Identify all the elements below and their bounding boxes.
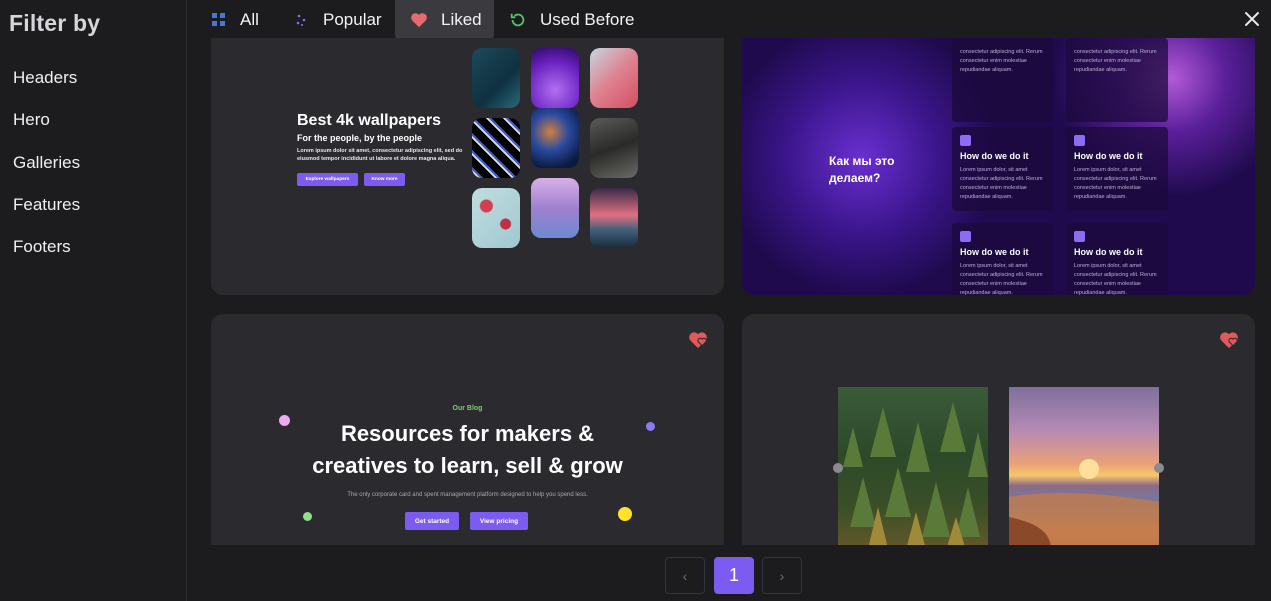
card-subtitle: For the people, by the people	[297, 133, 423, 143]
feature-block: consectetur adipiscing elit. Rerum conse…	[1066, 38, 1168, 122]
filter-tabs: All Popular Liked Used Before	[188, 0, 1271, 39]
feature-block: How do we do it Lorem ipsum dolor, sit a…	[1066, 223, 1168, 295]
view-pricing-button[interactable]: View pricing	[470, 512, 528, 530]
decorative-dot	[279, 415, 290, 426]
feature-body: Lorem ipsum dolor, sit amet consectetur …	[1074, 167, 1157, 200]
wallpaper-thumbnail	[472, 48, 520, 108]
feature-body: consectetur adipiscing elit. Rerum conse…	[1074, 49, 1157, 73]
tab-popular[interactable]: Popular	[291, 0, 391, 39]
feature-block: consectetur adipiscing elit. Rerum conse…	[952, 38, 1054, 122]
feature-icon	[1074, 231, 1085, 242]
template-card-wallpapers[interactable]: Best 4k wallpapers For the people, by th…	[211, 38, 724, 295]
sidebar-item-footers[interactable]: Footers	[13, 237, 71, 257]
feature-block: How do we do it Lorem ipsum dolor, sit a…	[1066, 127, 1168, 211]
grid-icon	[208, 10, 228, 30]
card-title: Best 4k wallpapers	[297, 112, 442, 129]
tab-popular-label: Popular	[323, 9, 382, 29]
feature-icon	[1074, 135, 1085, 146]
filter-sidebar: Filter by Headers Hero Galleries Feature…	[0, 0, 187, 601]
sidebar-item-galleries[interactable]: Galleries	[13, 153, 80, 173]
feature-body: Lorem ipsum dolor, sit amet consectetur …	[960, 263, 1043, 295]
pagination: ‹ 1 ›	[0, 545, 1271, 601]
decorative-dot	[303, 512, 312, 521]
feature-block: How do we do it Lorem ipsum dolor, sit a…	[952, 223, 1054, 295]
get-started-button[interactable]: Get started	[405, 512, 459, 530]
explore-wallpapers-button[interactable]: Explore wallpapers	[297, 173, 358, 186]
history-icon	[508, 10, 528, 30]
sidebar-item-features[interactable]: Features	[13, 195, 80, 215]
templates-grid: Best 4k wallpapers For the people, by th…	[188, 38, 1271, 545]
feature-body: Lorem ipsum dolor, sit amet consectetur …	[960, 167, 1043, 200]
forest-image	[838, 387, 988, 545]
beach-sunset-image	[1009, 387, 1159, 545]
decorative-dot	[646, 422, 655, 431]
feature-title: How do we do it	[1074, 247, 1143, 257]
decorative-dot	[618, 507, 632, 521]
prev-page-button[interactable]: ‹	[665, 557, 705, 594]
template-card-gallery[interactable]	[742, 314, 1255, 545]
feature-icon	[960, 231, 971, 242]
blog-paragraph: The only corporate card and spent manage…	[347, 492, 588, 498]
template-card-blog[interactable]: Our Blog Resources for makers & creative…	[211, 314, 724, 545]
wallpaper-thumbnail	[472, 188, 520, 248]
heart-icon	[409, 10, 429, 30]
sidebar-item-hero[interactable]: Hero	[13, 110, 50, 130]
wallpaper-thumbnail	[590, 188, 638, 248]
tab-used-before-label: Used Before	[540, 9, 635, 29]
blog-heading-line2: creatives to learn, sell & grow	[312, 453, 623, 478]
feature-body: Lorem ipsum dolor, sit amet consectetur …	[1074, 263, 1157, 295]
feature-icon	[960, 135, 971, 146]
wallpaper-thumbnail	[531, 108, 579, 168]
tab-liked-label: Liked	[441, 9, 482, 29]
tab-liked[interactable]: Liked	[395, 0, 494, 39]
feature-title: How do we do it	[960, 151, 1029, 161]
carousel-next-dot[interactable]	[1154, 463, 1164, 473]
sidebar-title: Filter by	[9, 10, 101, 36]
card-title: Как мы это делаем?	[829, 154, 895, 185]
wallpaper-thumbnail	[472, 118, 520, 178]
card-body: Lorem ipsum dolor sit amet, consectetur …	[297, 148, 463, 162]
wallpaper-thumbnail	[590, 118, 638, 178]
wallpaper-thumbnail	[531, 48, 579, 108]
next-page-button[interactable]: ›	[762, 557, 802, 594]
liked-heart-icon[interactable]	[1219, 331, 1239, 349]
sidebar-item-headers[interactable]: Headers	[13, 68, 77, 88]
wallpaper-thumbnail	[590, 48, 638, 108]
tab-all-label: All	[240, 9, 259, 29]
tab-all[interactable]: All	[208, 0, 278, 39]
feature-body: consectetur adipiscing elit. Rerum conse…	[960, 49, 1043, 73]
feature-title: How do we do it	[1074, 151, 1143, 161]
close-icon[interactable]	[1241, 8, 1263, 30]
page-1-button[interactable]: 1	[714, 557, 754, 594]
know-more-button[interactable]: Know more	[364, 173, 405, 186]
wallpaper-thumbnail	[531, 178, 579, 238]
liked-heart-icon[interactable]	[688, 331, 708, 349]
sparkle-icon	[291, 10, 311, 30]
feature-title: How do we do it	[960, 247, 1029, 257]
carousel-prev-dot[interactable]	[833, 463, 843, 473]
blog-eyebrow: Our Blog	[452, 405, 483, 412]
feature-block: How do we do it Lorem ipsum dolor, sit a…	[952, 127, 1054, 211]
template-card-features-ru[interactable]: Как мы это делаем? consectetur adipiscin…	[742, 38, 1255, 295]
app-root: Filter by Headers Hero Galleries Feature…	[0, 0, 1271, 601]
tab-used-before[interactable]: Used Before	[508, 0, 638, 39]
